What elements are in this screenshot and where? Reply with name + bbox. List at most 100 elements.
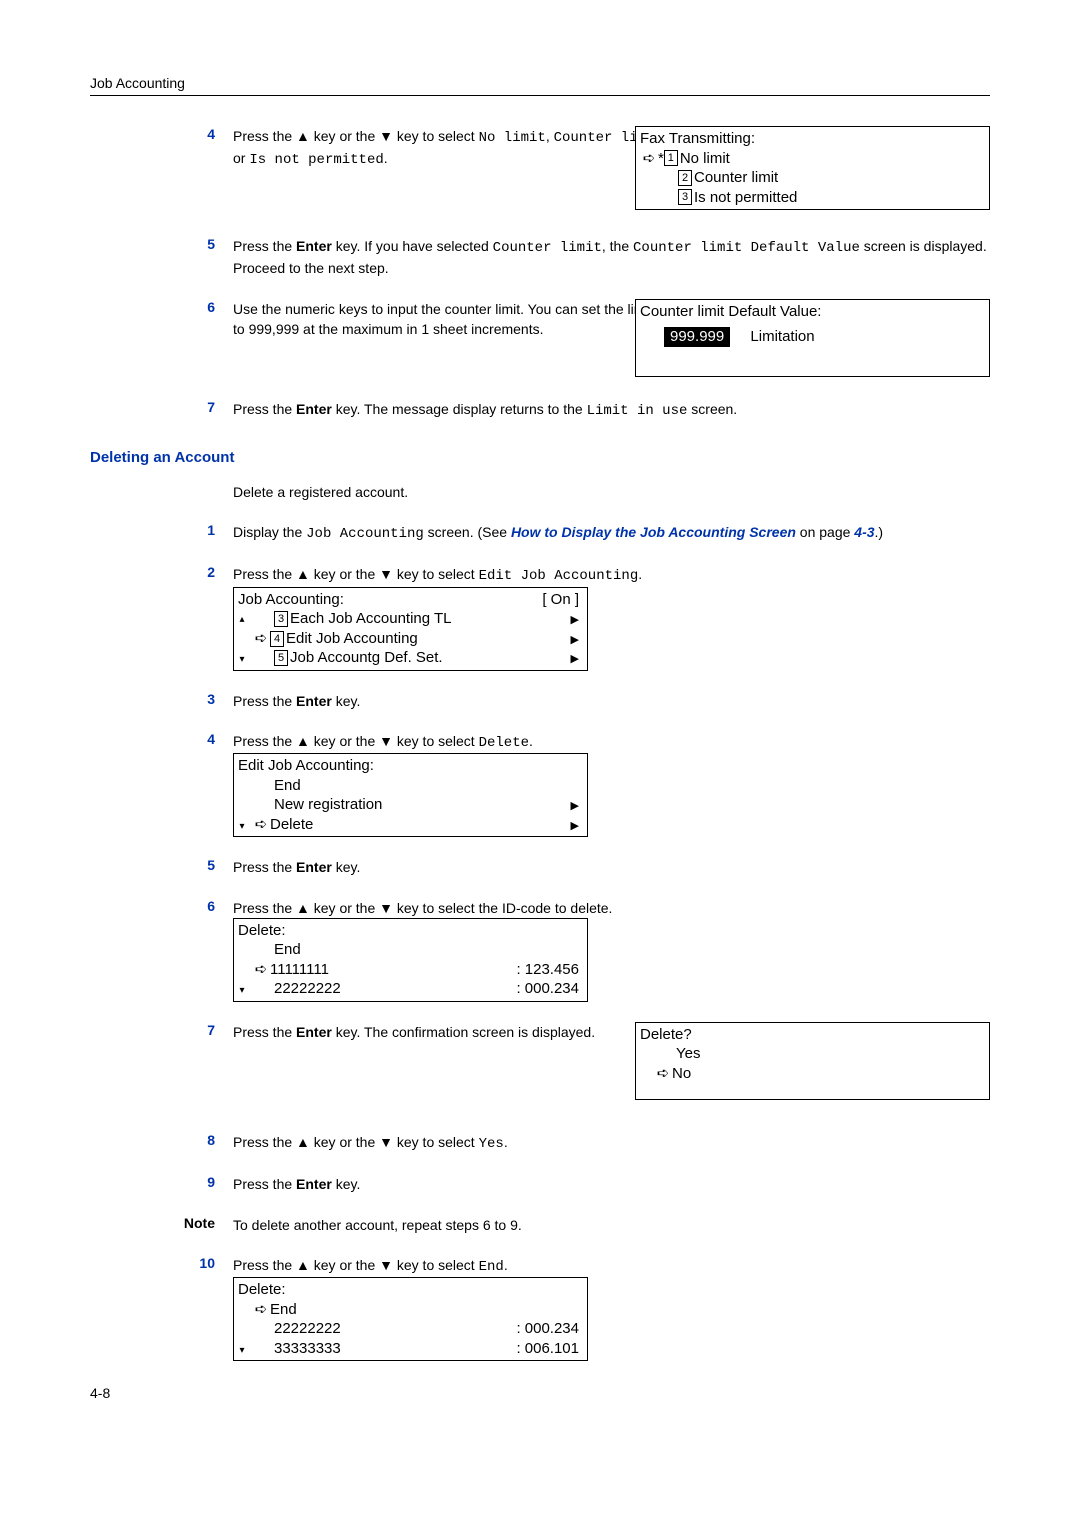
option-number-icon: 5	[274, 650, 288, 666]
step-text: Press the Enter key.	[233, 1174, 990, 1194]
lcd-title: Job Accounting:	[238, 590, 344, 610]
lcd-title: Delete:	[238, 1280, 583, 1300]
lcd-item-value: : 000.234	[516, 1319, 583, 1339]
scroll-indicator	[237, 774, 247, 834]
page-number: 4-8	[90, 1385, 110, 1401]
step-text: Display the Job Accounting screen. (See …	[233, 522, 990, 544]
step-text: Press the Enter key.	[233, 691, 990, 711]
lcd-item: Delete	[238, 815, 583, 835]
step-text: Press the ▲ key or the ▼ key to select E…	[233, 564, 663, 586]
lcd-item-label: Yes	[676, 1044, 700, 1064]
cursor-arrow-icon	[252, 960, 270, 980]
lcd-status: [ On ]	[542, 590, 583, 610]
step-number: 5	[90, 857, 233, 877]
scroll-indicator	[237, 608, 247, 668]
section-intro: Delete a registered account.	[233, 482, 990, 502]
lcd-item: 11111111 : 123.456	[238, 960, 583, 980]
lcd-item-label: 11111111	[270, 960, 329, 980]
lcd-delete-list: Delete: End 11111111 : 123.456 22222222 …	[233, 918, 588, 1002]
lcd-item-label: End	[270, 1300, 297, 1320]
lcd-item: End	[238, 1300, 583, 1320]
option-number-icon: 3	[678, 189, 692, 205]
submenu-arrow-icon	[571, 815, 583, 835]
step-text: To delete another account, repeat steps …	[233, 1215, 990, 1235]
lcd-item-value: : 123.456	[516, 960, 583, 980]
lcd-item: No	[640, 1064, 985, 1084]
step-number: 6	[90, 299, 233, 379]
lcd-item: End	[238, 940, 583, 960]
lcd-job-accounting: Job Accounting: [ On ] 3 Each Job Accoun…	[233, 587, 588, 671]
step-number: 4	[90, 731, 233, 837]
lcd-item: 33333333 : 006.101	[238, 1339, 583, 1359]
lcd-title: Delete:	[238, 921, 583, 941]
lcd-item: 22222222 : 000.234	[238, 1319, 583, 1339]
cursor-arrow-icon	[252, 1300, 270, 1320]
lcd-edit-job-accounting: Edit Job Accounting: End New registratio…	[233, 753, 588, 837]
header-rule	[90, 95, 990, 96]
page-header: Job Accounting	[90, 75, 990, 91]
lcd-delete-confirm: Delete? Yes No	[635, 1022, 990, 1100]
lcd-item: 4 Edit Job Accounting	[238, 629, 583, 649]
submenu-arrow-icon	[571, 648, 583, 668]
step-text: Press the ▲ key or the ▼ key to select E…	[233, 1255, 663, 1277]
step-text: Press the Enter key.	[233, 857, 990, 877]
cursor-arrow-icon	[654, 1064, 672, 1084]
step-number: 3	[90, 691, 233, 711]
step-number: 5	[90, 236, 233, 279]
lcd-item-label: End	[274, 940, 301, 960]
lcd-item-label: Delete	[270, 815, 313, 835]
lcd-item-label: New registration	[274, 795, 382, 815]
scroll-indicator	[237, 939, 247, 999]
submenu-arrow-icon	[571, 609, 583, 629]
lcd-fax-transmitting: Fax Transmitting: * 1 No limit 2 Counter…	[635, 126, 990, 210]
step-text: Press the Enter key. If you have selecte…	[233, 236, 990, 279]
lcd-title: Counter limit Default Value:	[640, 302, 985, 322]
note-label: Note	[90, 1215, 233, 1235]
lcd-item-label: Job Accountg Def. Set.	[290, 648, 443, 668]
lcd-item-label: End	[274, 776, 301, 796]
lcd-item-label: No limit	[680, 149, 730, 169]
cursor-arrow-icon	[252, 629, 270, 649]
step-text: Press the Enter key. The confirmation sc…	[233, 1022, 663, 1042]
lcd-item-label: Edit Job Accounting	[286, 629, 418, 649]
step-number: 10	[90, 1255, 233, 1361]
step-number: 1	[90, 522, 233, 544]
step-number: 4	[90, 126, 233, 216]
lcd-item-label: Counter limit	[694, 168, 778, 188]
step-number	[90, 482, 233, 502]
lcd-title: Fax Transmitting:	[640, 129, 985, 149]
step-text: Press the ▲ key or the ▼ key to select Y…	[233, 1132, 990, 1154]
step-text: Press the ▲ key or the ▼ key to select N…	[233, 126, 663, 171]
lcd-item-label: Is not permitted	[694, 188, 797, 208]
lcd-title-row: Job Accounting: [ On ]	[238, 590, 583, 610]
submenu-arrow-icon	[571, 629, 583, 649]
lcd-value-highlight: 999.999	[664, 327, 730, 347]
step-number: 2	[90, 564, 233, 670]
step-number: 6	[90, 898, 233, 1002]
option-number-icon: 4	[270, 631, 284, 647]
submenu-arrow-icon	[571, 795, 583, 815]
lcd-item-value: : 006.101	[516, 1339, 583, 1359]
lcd-item: 3 Each Job Accounting TL	[238, 609, 583, 629]
option-number-icon: 1	[664, 150, 678, 166]
scroll-indicator	[237, 1298, 247, 1358]
option-number-icon: 3	[274, 611, 288, 627]
step-number: 7	[90, 399, 233, 421]
lcd-title: Delete?	[640, 1025, 985, 1045]
lcd-title: Edit Job Accounting:	[238, 756, 583, 776]
step-number: 9	[90, 1174, 233, 1194]
step-text: Press the ▲ key or the ▼ key to select t…	[233, 898, 663, 918]
lcd-item-label: 22222222	[274, 1319, 341, 1339]
lcd-item: 5 Job Accountg Def. Set.	[238, 648, 583, 668]
step-text: Press the ▲ key or the ▼ key to select D…	[233, 731, 663, 753]
lcd-item: Yes	[640, 1044, 985, 1064]
option-number-icon: 2	[678, 170, 692, 186]
lcd-item: New registration	[238, 795, 583, 815]
lcd-delete-end: Delete: End 22222222 : 000.234 33333333 …	[233, 1277, 588, 1361]
lcd-item: 2 Counter limit	[640, 168, 985, 188]
step-number: 7	[90, 1022, 233, 1112]
section-heading: Deleting an Account	[90, 449, 990, 466]
lcd-counter-limit: Counter limit Default Value: 999.999 Lim…	[635, 299, 990, 377]
lcd-item: 3 Is not permitted	[640, 188, 985, 208]
step-number: 8	[90, 1132, 233, 1154]
